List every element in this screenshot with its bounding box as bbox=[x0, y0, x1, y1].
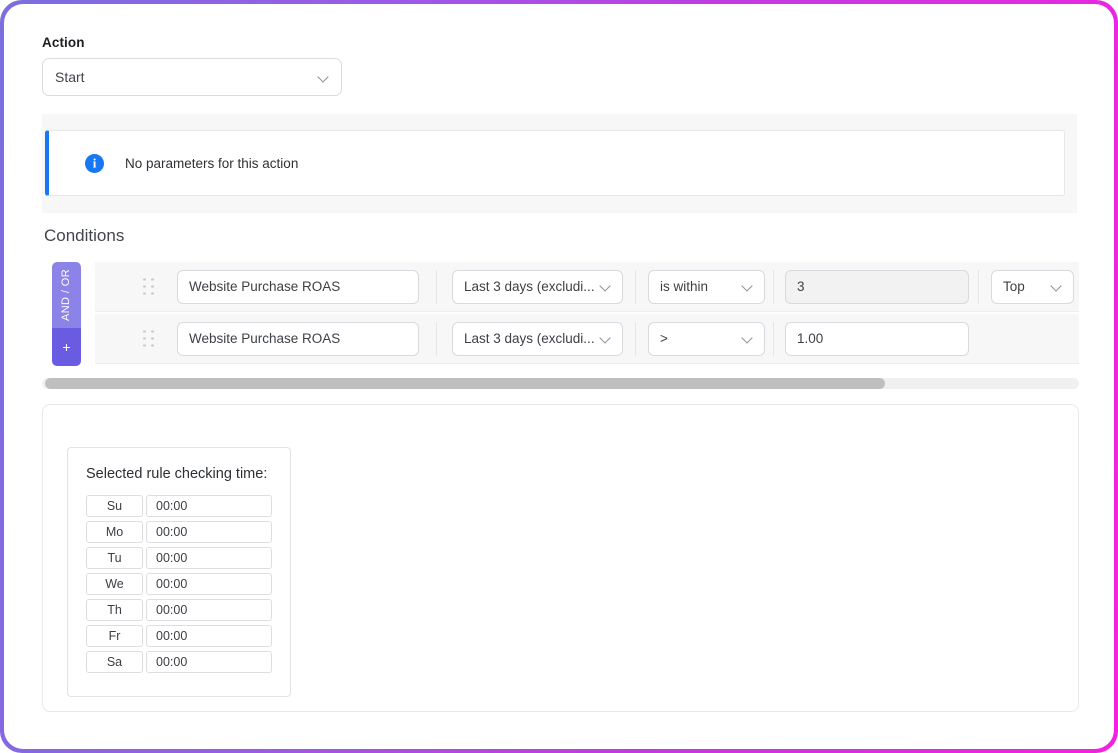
action-select[interactable]: Start bbox=[42, 58, 342, 96]
chevron-down-icon bbox=[600, 281, 611, 292]
condition-operator-value: is within bbox=[660, 279, 709, 294]
info-banner: No parameters for this action bbox=[45, 130, 1065, 196]
day-time[interactable]: 00:00 bbox=[146, 573, 272, 595]
conditions-area: AND / OR + Website Purchase ROAS Last 3 … bbox=[42, 262, 1079, 366]
andor-toggle-label: AND / OR bbox=[60, 268, 73, 322]
day-label: Tu bbox=[86, 547, 143, 569]
scrollbar-thumb[interactable] bbox=[45, 378, 885, 389]
day-time[interactable]: 00:00 bbox=[146, 495, 272, 517]
condition-value-text: 1.00 bbox=[797, 331, 824, 346]
day-time[interactable]: 00:00 bbox=[146, 625, 272, 647]
day-label: Mo bbox=[86, 521, 143, 543]
field-divider bbox=[773, 270, 774, 304]
rule-editor-canvas: Action Start No parameters for this acti… bbox=[4, 4, 1114, 749]
action-label: Action bbox=[42, 35, 85, 50]
list-item: Tu 00:00 bbox=[86, 547, 272, 569]
condition-operator-select[interactable]: is within bbox=[648, 269, 765, 304]
chevron-down-icon bbox=[742, 333, 753, 344]
list-item: Su 00:00 bbox=[86, 495, 272, 517]
condition-value-text: 3 bbox=[797, 279, 805, 294]
day-label: Sa bbox=[86, 651, 143, 673]
field-divider bbox=[436, 270, 437, 304]
condition-operator-value: > bbox=[660, 331, 668, 346]
drag-handle-icon[interactable] bbox=[143, 278, 154, 295]
condition-metric-field[interactable]: Website Purchase ROAS bbox=[177, 321, 419, 356]
condition-value-input[interactable]: 3 bbox=[785, 269, 969, 304]
table-row: Website Purchase ROAS Last 3 days (exclu… bbox=[95, 262, 1079, 312]
info-banner-text: No parameters for this action bbox=[125, 155, 299, 171]
condition-metric-value: Website Purchase ROAS bbox=[189, 279, 341, 294]
drag-handle-icon[interactable] bbox=[143, 330, 154, 347]
day-time[interactable]: 00:00 bbox=[146, 599, 272, 621]
day-time[interactable]: 00:00 bbox=[146, 547, 272, 569]
day-time[interactable]: 00:00 bbox=[146, 521, 272, 543]
day-label: We bbox=[86, 573, 143, 595]
add-condition-button[interactable]: + bbox=[52, 328, 81, 366]
chevron-down-icon bbox=[742, 281, 753, 292]
action-select-value: Start bbox=[55, 69, 85, 85]
condition-rank-select[interactable]: Top bbox=[991, 269, 1074, 304]
condition-operator-select[interactable]: > bbox=[648, 321, 765, 356]
gradient-window-frame: Action Start No parameters for this acti… bbox=[0, 0, 1118, 753]
day-label: Su bbox=[86, 495, 143, 517]
day-time[interactable]: 00:00 bbox=[146, 651, 272, 673]
schedule-panel: Selected rule checking time: Su 00:00 Mo… bbox=[42, 404, 1079, 712]
list-item: Fr 00:00 bbox=[86, 625, 272, 647]
schedule-title: Selected rule checking time: bbox=[86, 466, 268, 482]
window-content: Action Start No parameters for this acti… bbox=[4, 4, 1114, 749]
table-row: Website Purchase ROAS Last 3 days (exclu… bbox=[95, 314, 1079, 364]
info-circle-icon bbox=[85, 153, 104, 173]
conditions-title: Conditions bbox=[44, 226, 125, 245]
condition-metric-field[interactable]: Website Purchase ROAS bbox=[177, 269, 419, 304]
condition-window-value: Last 3 days (excludi... bbox=[464, 279, 595, 294]
day-label: Th bbox=[86, 599, 143, 621]
field-divider bbox=[436, 322, 437, 356]
field-divider bbox=[635, 322, 636, 356]
field-divider bbox=[978, 270, 979, 304]
rule-checking-time-box: Selected rule checking time: Su 00:00 Mo… bbox=[67, 447, 291, 697]
condition-window-value: Last 3 days (excludi... bbox=[464, 331, 595, 346]
condition-window-select[interactable]: Last 3 days (excludi... bbox=[452, 269, 623, 304]
list-item: Mo 00:00 bbox=[86, 521, 272, 543]
action-parameters-section: No parameters for this action bbox=[42, 114, 1077, 213]
field-divider bbox=[773, 322, 774, 356]
andor-toggle[interactable]: AND / OR bbox=[52, 262, 81, 328]
list-item: Th 00:00 bbox=[86, 599, 272, 621]
chevron-down-icon bbox=[600, 333, 611, 344]
day-label: Fr bbox=[86, 625, 143, 647]
chevron-down-icon bbox=[1051, 281, 1062, 292]
list-item: We 00:00 bbox=[86, 573, 272, 595]
list-item: Sa 00:00 bbox=[86, 651, 272, 673]
condition-value-input[interactable]: 1.00 bbox=[785, 321, 969, 356]
condition-rank-value: Top bbox=[1003, 279, 1025, 294]
chevron-down-icon bbox=[318, 72, 329, 83]
condition-window-select[interactable]: Last 3 days (excludi... bbox=[452, 321, 623, 356]
condition-metric-value: Website Purchase ROAS bbox=[189, 331, 341, 346]
andor-column: AND / OR + bbox=[52, 262, 81, 366]
field-divider bbox=[635, 270, 636, 304]
horizontal-scrollbar[interactable] bbox=[42, 378, 1079, 389]
